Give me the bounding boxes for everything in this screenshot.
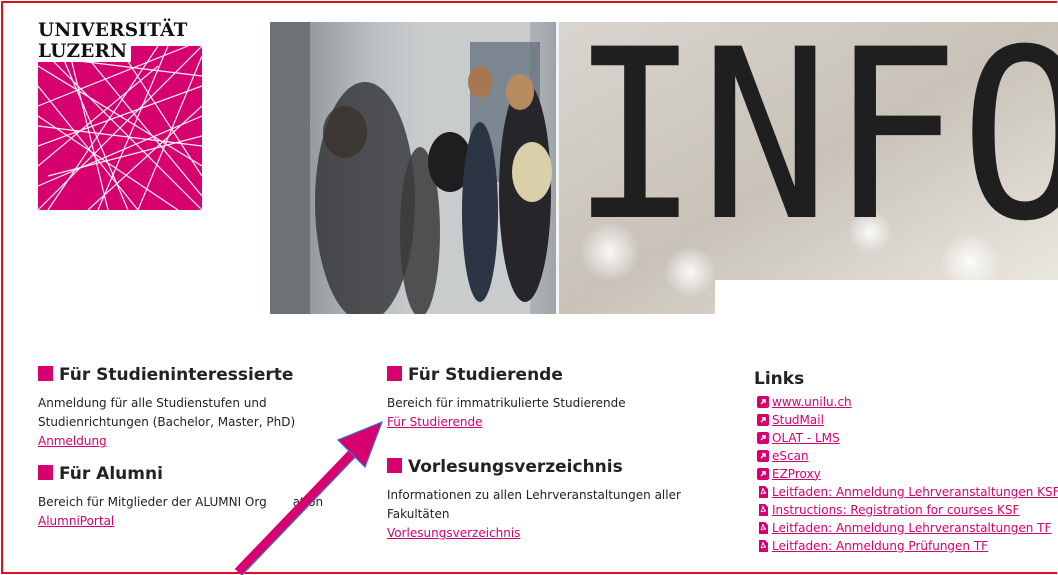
logo-text-line2: LUZERN [38,41,132,62]
external-link-icon [757,396,769,408]
link-label[interactable]: Leitfaden: Anmeldung Lehrveranstaltungen… [772,519,1051,538]
external-link-icon [757,468,769,480]
links-list: www.unilu.ch StudMail OLAT - LMS eScan EZPro… [754,393,1058,555]
pdf-icon [757,504,769,516]
section-text-studierende: Bereich für immatrikulierte Studierende [387,396,626,410]
square-bullet-icon [38,366,53,381]
fuer-studierende-link[interactable]: Für Studierende [387,415,483,429]
alumniportal-link[interactable]: AlumniPortal [38,514,114,528]
section-heading-studierende: Für Studierende [387,364,697,386]
link-item[interactable]: Leitfaden: Anmeldung Lehrveranstaltungen… [754,483,1058,501]
external-link-icon [757,432,769,444]
link-item[interactable]: Leitfaden: Anmeldung Lehrveranstaltungen… [754,519,1058,537]
link-label[interactable]: www.unilu.ch [772,393,852,412]
pdf-icon [757,522,769,534]
link-label[interactable]: EZProxy [772,465,821,484]
logo-graphic [38,46,202,210]
section-heading-studieninteressierte: Für Studieninteressierte [38,364,338,386]
links-heading: Links [754,369,805,389]
link-item[interactable]: OLAT - LMS [754,429,1058,447]
hero-headline: INFO [570,22,1058,273]
link-label[interactable]: Leitfaden: Anmeldung Prüfungen TF [772,537,988,556]
link-label[interactable]: OLAT - LMS [772,429,840,448]
square-bullet-icon [387,458,402,473]
link-label[interactable]: StudMail [772,411,824,430]
links-panel: Links www.unilu.ch StudMail OLAT - LMS eSca… [754,370,1058,555]
square-bullet-icon [38,465,53,480]
logo-text-line1: UNIVERSITÄT [38,20,188,41]
pdf-icon [757,540,769,552]
link-item[interactable]: Instructions: Registration for courses K… [754,501,1058,519]
link-label[interactable]: Instructions: Registration for courses K… [772,501,1019,520]
link-item[interactable]: eScan [754,447,1058,465]
vorlesungsverzeichnis-link[interactable]: Vorlesungsverzeichnis [387,526,520,540]
section-heading-vorlesungsverzeichnis: Vorlesungsverzeichnis [387,456,697,478]
column-left: Für Studieninteressierte Anmeldung für a… [38,364,338,531]
section-text-vorlesungsverzeichnis: Informationen zu allen Lehrveranstaltung… [387,488,681,521]
link-label[interactable]: Leitfaden: Anmeldung Lehrveranstaltungen… [772,483,1058,502]
hero-photo: INFO [270,22,1058,314]
link-item[interactable]: StudMail [754,411,1058,429]
square-bullet-icon [387,366,402,381]
column-middle: Für Studierende Bereich für immatrikulie… [387,364,697,543]
pdf-icon [757,486,769,498]
external-link-icon [757,414,769,426]
link-item[interactable]: Leitfaden: Anmeldung Prüfungen TF [754,537,1058,555]
hero-image: INFO [270,22,1058,314]
section-heading-alumni: Für Alumni [38,463,338,485]
section-text-alumni: Bereich für Mitglieder der ALUMNI Org ati… [38,495,324,509]
anmeldung-link[interactable]: Anmeldung [38,434,107,448]
section-text-studieninteressierte: Anmeldung für alle Studienstufen und Stu… [38,396,296,429]
link-item[interactable]: www.unilu.ch [754,393,1058,411]
link-label[interactable]: eScan [772,447,809,466]
external-link-icon [757,450,769,462]
university-logo[interactable]: UNIVERSITÄT LUZERN [38,20,202,210]
link-item[interactable]: EZProxy [754,465,1058,483]
